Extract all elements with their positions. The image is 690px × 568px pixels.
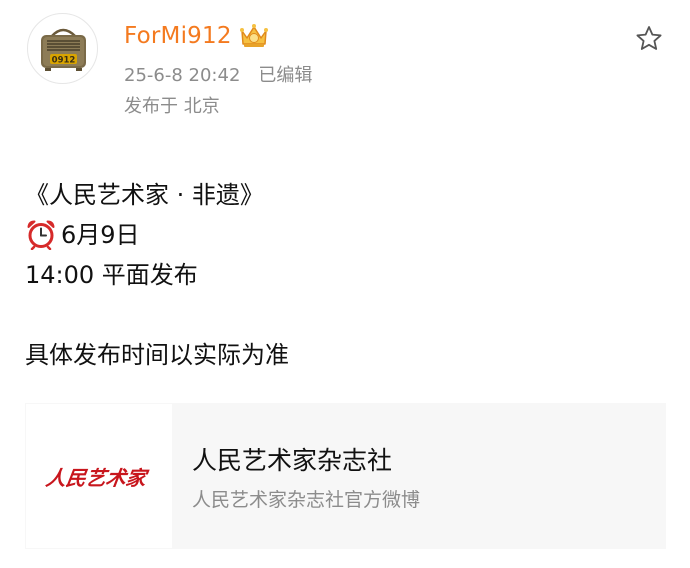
post-line-date: 6月9日 xyxy=(25,215,665,255)
card-title: 人民艺术家杂志社 xyxy=(192,446,393,475)
link-card[interactable]: 人民艺术家 人民艺术家杂志社 人民艺术家杂志社官方微博 xyxy=(25,403,666,549)
card-logo: 人民艺术家 xyxy=(26,404,172,548)
edited-label[interactable]: 已编辑 xyxy=(258,65,312,86)
alarm-clock-icon xyxy=(27,220,55,250)
post-timestamp[interactable]: 25-6-8 20:42 xyxy=(124,65,240,86)
post-line-time: 14:00 平面发布 xyxy=(25,261,198,289)
avatar[interactable]: 0912 xyxy=(27,13,98,84)
post-content: 《人民艺术家 · 非遗》 6月9日 14:00 平面发布 具体发布时间以实际为准 xyxy=(25,175,665,375)
post-meta: 25-6-8 20:42 已编辑 xyxy=(124,61,312,87)
post-line-note: 具体发布时间以实际为准 xyxy=(25,341,289,369)
vip-crown-icon xyxy=(239,24,268,47)
card-logo-text: 人民艺术家 xyxy=(44,466,150,490)
post-date-text: 6月9日 xyxy=(61,221,140,249)
post-location: 发布于 北京 xyxy=(124,96,220,117)
star-outline-icon[interactable] xyxy=(633,23,665,55)
username-link[interactable]: ForMi912 xyxy=(124,23,232,49)
avatar-label: 0912 xyxy=(52,56,76,66)
card-subtitle: 人民艺术家杂志社官方微博 xyxy=(192,489,421,511)
renmin-yishujia-logo: 人民艺术家 xyxy=(44,466,150,490)
post-line-title: 《人民艺术家 · 非遗》 xyxy=(25,181,264,209)
radio-icon: 0912 xyxy=(41,28,86,71)
author-row: ForMi912 xyxy=(124,20,270,52)
